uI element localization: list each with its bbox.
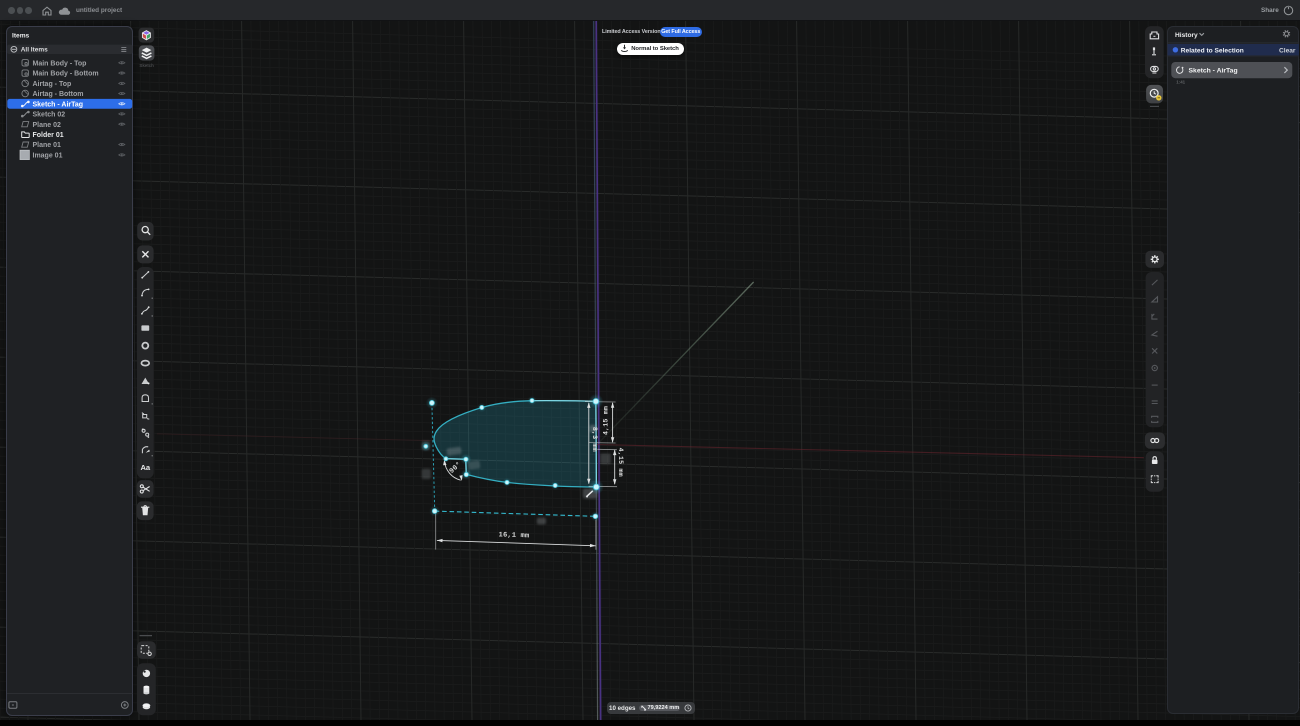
svg-text:16,1 mm: 16,1 mm (498, 531, 529, 540)
svg-text:Main Body - Bottom: Main Body - Bottom (32, 70, 98, 77)
svg-text:All Items: All Items (20, 46, 47, 53)
svg-text:Items: Items (12, 32, 30, 39)
svg-text:Sketch - AirTag: Sketch - AirTag (32, 101, 83, 108)
svg-text:8,3 mm: 8,3 mm (591, 427, 598, 452)
svg-text:Image 01: Image 01 (32, 152, 62, 159)
svg-text:4,15 mm: 4,15 mm (602, 406, 609, 435)
svg-text:Clear: Clear (1279, 47, 1296, 54)
svg-text:Main Body - Top: Main Body - Top (32, 60, 86, 67)
svg-text:Sketch - AirTag: Sketch - AirTag (1189, 68, 1238, 75)
svg-text:Aa: Aa (140, 463, 150, 472)
svg-text:History: History (1175, 32, 1198, 39)
svg-text:Sketch: Sketch (139, 63, 154, 68)
svg-text:Airtag - Top: Airtag - Top (32, 81, 71, 88)
svg-text:Plane 02: Plane 02 (32, 121, 61, 128)
svg-text:4,15 mm: 4,15 mm (617, 448, 624, 477)
svg-text:Sketch 02: Sketch 02 (32, 111, 65, 118)
svg-text:Airtag - Bottom: Airtag - Bottom (32, 91, 83, 98)
svg-text:Folder 01: Folder 01 (32, 132, 63, 139)
svg-text:1:41: 1:41 (1176, 80, 1185, 85)
svg-text:Plane 01: Plane 01 (32, 142, 61, 149)
svg-text:Related to Selection: Related to Selection (1181, 47, 1244, 54)
